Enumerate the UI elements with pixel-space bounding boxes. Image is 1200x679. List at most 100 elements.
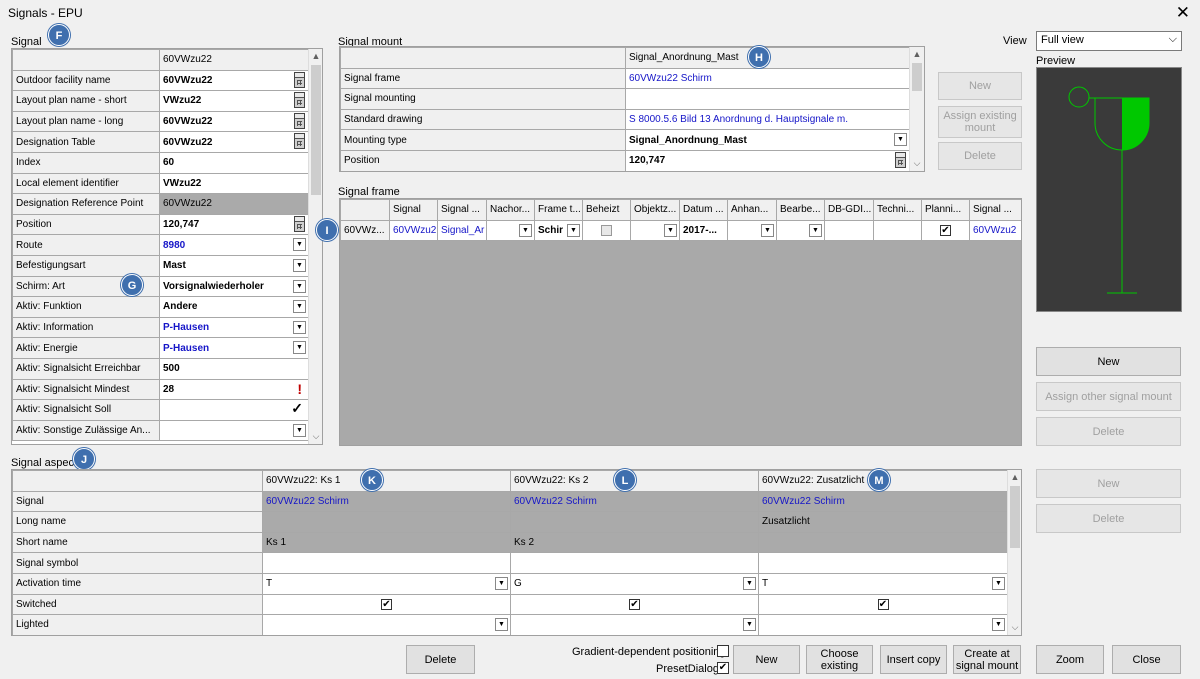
signal-row-value[interactable]: 60VWzu22: [159, 193, 309, 215]
aspect-symbol-cell[interactable]: [510, 552, 759, 574]
signal-row[interactable]: Befestigungsart Mast ▼: [12, 254, 309, 277]
pen-icon[interactable]: ✓: [291, 401, 303, 418]
choose-existing-button[interactable]: Choose existing: [806, 645, 873, 674]
mount-row[interactable]: Signal frame 60VWzu22 Schirm: [340, 67, 910, 90]
scroll-down-icon[interactable]: ⌵: [309, 431, 322, 442]
signal-row-value[interactable]: 8980 ▼: [159, 234, 309, 256]
frame-datum-cell[interactable]: 2017-...: [679, 219, 728, 242]
frame-signal-cell[interactable]: 60VWzu2: [389, 219, 438, 242]
mount-row[interactable]: Signal mounting: [340, 88, 910, 110]
scroll-thumb[interactable]: [311, 65, 321, 195]
aspect-lighted-cell[interactable]: ▼: [758, 614, 1008, 635]
scroll-thumb[interactable]: [912, 63, 922, 91]
insert-copy-button[interactable]: Insert copy: [880, 645, 947, 674]
signal-row[interactable]: Aktiv: Signalsicht Mindest 28!: [12, 378, 309, 401]
aspect-switched-cell[interactable]: ✔: [510, 593, 759, 616]
frame-anhan-cell[interactable]: ▼: [727, 219, 777, 242]
frame-col-header[interactable]: Bearbe...: [776, 199, 825, 221]
frame-planning-cell[interactable]: ✔: [921, 219, 970, 242]
signal-row-value[interactable]: 60VWzu22: [159, 131, 309, 153]
signal-row[interactable]: Outdoor facility name 60VWzu22: [12, 69, 309, 92]
switched-checkbox[interactable]: ✔: [877, 598, 889, 610]
aspect-switched-cell[interactable]: ✔: [758, 593, 1008, 616]
frame-col-header[interactable]: DB-GDI...: [824, 199, 874, 221]
frame-col-header[interactable]: Planni...: [921, 199, 970, 221]
signal-row[interactable]: Aktiv: Signalsicht Soll ✓: [12, 399, 309, 421]
frame-beheizt-cell[interactable]: [582, 219, 631, 242]
signal-row-value[interactable]: Mast ▼: [159, 254, 309, 277]
signal-row[interactable]: Layout plan name - long 60VWzu22: [12, 110, 309, 133]
scroll-up-icon[interactable]: ▲: [309, 51, 322, 61]
aspect-row[interactable]: Activation time T ▼ G ▼ T ▼: [12, 572, 1008, 595]
signal-row[interactable]: Schirm: Art Vorsignalwiederholer ▼: [12, 275, 309, 298]
aspect-row[interactable]: Signal 60VWzu22 Schirm 60VWzu22 Schirm 60VW…: [12, 490, 1008, 513]
mount-new-button[interactable]: New: [938, 72, 1022, 100]
calculator-icon[interactable]: [294, 215, 305, 232]
aspect-activation-cell[interactable]: T ▼: [758, 572, 1008, 595]
signal-row-value[interactable]: 500: [159, 357, 309, 380]
aspect-row[interactable]: Short name Ks 1 Ks 2: [12, 531, 1008, 554]
mount-row-value[interactable]: 60VWzu22 Schirm: [625, 67, 910, 90]
dropdown-icon[interactable]: ▼: [293, 279, 306, 293]
signal-row[interactable]: Aktiv: Information P-Hausen ▼: [12, 316, 309, 339]
aspect-signal-cell[interactable]: 60VWzu22 Schirm: [510, 490, 759, 513]
aspect-shortname-cell[interactable]: Ks 1: [262, 531, 511, 554]
scroll-up-icon[interactable]: ▲: [1008, 472, 1021, 482]
dropdown-icon[interactable]: ▼: [293, 238, 306, 252]
signal-row-value[interactable]: Andere ▼: [159, 296, 309, 318]
dropdown-icon[interactable]: ▼: [293, 423, 306, 437]
signal-row-value[interactable]: VWzu22: [159, 90, 309, 112]
dropdown-icon[interactable]: ▼: [495, 618, 508, 632]
signal-row-value[interactable]: P-Hausen ▼: [159, 316, 309, 339]
calculator-icon[interactable]: [294, 112, 305, 129]
frame-nachor-cell[interactable]: ▼: [486, 219, 535, 242]
aspect-longname-cell[interactable]: [262, 511, 511, 533]
assign-existing-mount-button[interactable]: Assign existing mount: [938, 106, 1022, 138]
scroll-down-icon[interactable]: ⌵: [1008, 622, 1021, 633]
new-aspect-button[interactable]: New: [733, 645, 800, 674]
close-button[interactable]: Close: [1112, 645, 1181, 674]
signal-row[interactable]: Index 60: [12, 151, 309, 174]
signal-row[interactable]: Aktiv: Funktion Andere ▼: [12, 296, 309, 318]
signal-row[interactable]: Designation Reference Point 60VWzu22: [12, 193, 309, 215]
frame-objekt-cell[interactable]: ▼: [630, 219, 680, 242]
aspect-row[interactable]: Switched ✔ ✔ ✔: [12, 593, 1008, 616]
dropdown-icon[interactable]: ▼: [293, 300, 306, 314]
signal-row[interactable]: Designation Table 60VWzu22: [12, 131, 309, 153]
frame-col-header[interactable]: Nachor...: [486, 199, 535, 221]
aspect-new-button[interactable]: New: [1036, 469, 1181, 498]
switched-checkbox[interactable]: ✔: [629, 598, 640, 610]
dropdown-icon[interactable]: ▼: [992, 618, 1005, 632]
scroll-down-icon[interactable]: ⌵: [910, 158, 924, 169]
assign-other-mount-button[interactable]: Assign other signal mount: [1036, 382, 1181, 411]
dropdown-icon[interactable]: ▼: [293, 258, 306, 272]
frame-col-header[interactable]: Signal ...: [437, 199, 487, 221]
frame-col-header[interactable]: Anhan...: [727, 199, 777, 221]
aspect-scrollbar[interactable]: ▲ ⌵: [1007, 470, 1021, 635]
aspect-row[interactable]: Signal symbol: [12, 552, 1008, 574]
frame-row[interactable]: 60VWz... 60VWzu2 Signal_Ar ▼ Schir ▼ ▼ 20…: [340, 219, 1021, 242]
mount-row[interactable]: Mounting type Signal_Anordnung_Mast ▼: [340, 129, 910, 151]
dropdown-icon[interactable]: ▼: [567, 223, 580, 237]
dropdown-icon[interactable]: ▼: [743, 576, 756, 590]
aspect-col-ks1[interactable]: 60VWzu22: Ks 1: [262, 470, 511, 492]
signal-row-value[interactable]: P-Hausen ▼: [159, 337, 309, 359]
frame-col-header[interactable]: Techni...: [873, 199, 922, 221]
aspect-switched-cell[interactable]: ✔: [262, 593, 511, 616]
aspect-delete-button[interactable]: Delete: [1036, 504, 1181, 533]
switched-checkbox[interactable]: ✔: [381, 598, 392, 610]
frame-col-header[interactable]: Frame t...: [534, 199, 583, 221]
signal-row[interactable]: Layout plan name - short VWzu22: [12, 90, 309, 112]
aspect-row[interactable]: Lighted ▼ ▼ ▼: [12, 614, 1008, 635]
warning-icon[interactable]: !: [297, 381, 302, 397]
frame-type-cell[interactable]: Schir ▼: [534, 219, 583, 242]
dropdown-icon[interactable]: ▼: [894, 133, 907, 147]
create-at-signal-mount-button[interactable]: Create at signal mount: [953, 645, 1021, 674]
signal-row-value[interactable]: ▼: [159, 419, 309, 442]
signal-row-value[interactable]: 28!: [159, 378, 309, 401]
mount-row-value[interactable]: Signal_Anordnung_Mast ▼: [625, 129, 910, 151]
calculator-icon[interactable]: [294, 133, 305, 150]
signal-scrollbar[interactable]: ▲ ⌵: [308, 49, 322, 444]
mount-row-value[interactable]: 120,747: [625, 149, 910, 171]
signal-row[interactable]: Position 120,747: [12, 213, 309, 236]
